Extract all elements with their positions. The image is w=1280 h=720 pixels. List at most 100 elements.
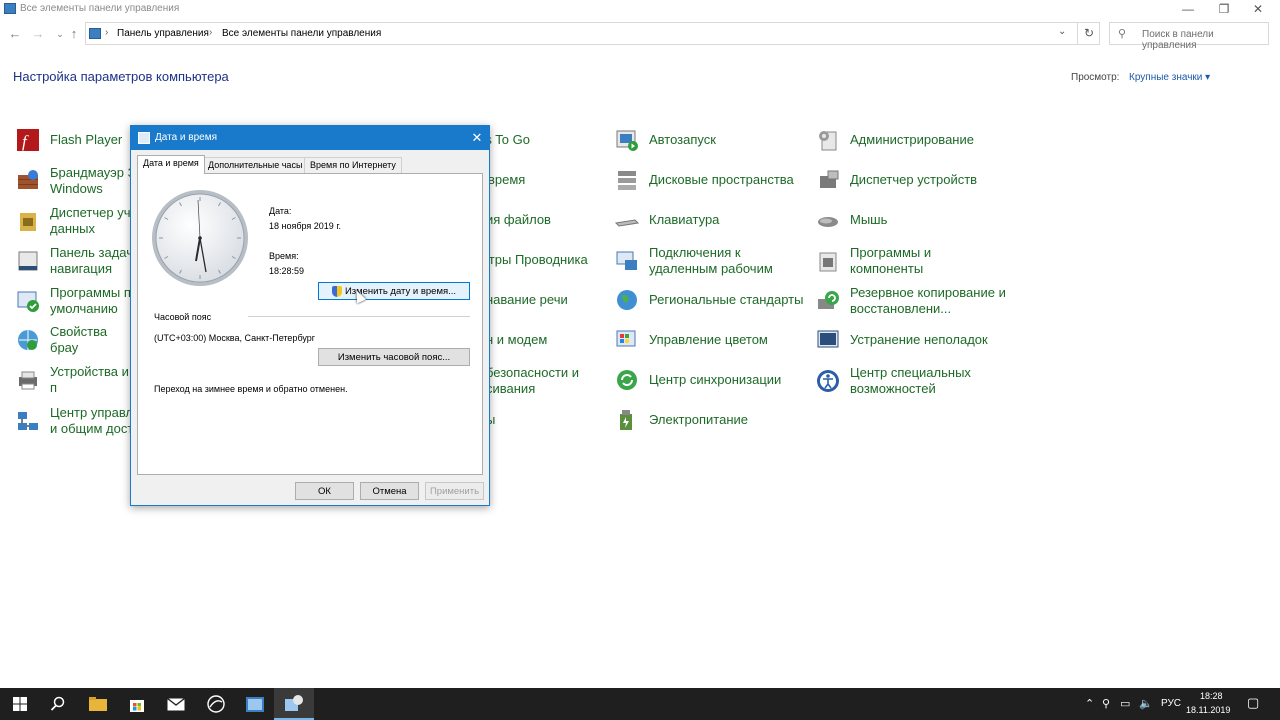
dialog-title: Дата и время [155,132,218,143]
item-label: Клавиатура [649,212,720,227]
network-center-icon [18,412,38,430]
programs-features-icon [819,252,837,272]
item-region[interactable]: Региональные стандарты [615,282,805,318]
apply-button[interactable]: Применить [425,482,484,500]
control-panel-taskbar-button[interactable] [235,688,275,720]
item-autoplay[interactable]: Автозапуск [615,122,805,158]
item-label: Диспетчер уч данных [50,205,131,236]
item-keyboard[interactable]: Клавиатура [615,202,805,238]
timezone-label: Часовой пояс [154,312,212,322]
item-flash-player[interactable]: f Flash Player [16,122,136,158]
item-power-options[interactable]: Электропитание [615,402,805,438]
time-value: 18:28:59 [269,266,305,276]
cancel-button[interactable]: Отмена [360,482,419,500]
date-time-icon [285,695,303,711]
item-troubleshooting[interactable]: Устранение неполадок [816,322,1016,358]
ok-button[interactable]: ОК [295,482,354,500]
item-taskbar-navigation[interactable]: Панель задач навигация [16,242,136,280]
tray-device-icon[interactable]: ⚲ [1102,697,1110,710]
item-label: Панель задач навигация [50,245,134,276]
address-dropdown-icon[interactable]: ⌄ [1058,26,1066,37]
view-mode-dropdown[interactable]: Крупные значки ▾ [1129,72,1210,83]
tray-chevron-icon[interactable]: ⌃ [1085,697,1094,710]
item-mouse[interactable]: Мышь [816,202,1016,238]
item-backup-restore[interactable]: Резервное копирование и восстановлени... [816,282,1016,320]
store-button[interactable] [117,688,157,720]
view-label: Просмотр: [1071,72,1120,83]
item-credential-manager[interactable]: Диспетчер уч данных [16,202,136,240]
timezone-divider [248,316,470,317]
change-timezone-button[interactable]: Изменить часовой пояс... [318,348,470,366]
firewall-icon [18,170,38,189]
volume-icon[interactable]: 🔈 [1139,697,1153,710]
browser-button[interactable] [196,688,236,720]
taskbar: ⌃ ⚲ ▭ 🔈 РУС 18:28 18.11.2019 ▢ [0,688,1280,720]
window-titlebar: Все элементы панели управления — ❐ ✕ [0,0,1280,18]
control-panel-icon [89,28,101,39]
item-label: Устройства и п [50,364,129,395]
default-programs-icon [17,291,39,312]
maximize-button[interactable]: ❐ [1206,0,1242,18]
search-icon: ⚲ [1118,28,1127,40]
mouse-icon [818,217,838,227]
item-label: Мышь [850,212,888,227]
date-time-dialog: Дата и время ✕ Дата и время Дополнительн… [130,125,490,506]
taskbar-time[interactable]: 18:28 [1200,691,1223,701]
region-icon [617,290,637,310]
up-arrow-icon[interactable]: ↑ [66,26,82,41]
search-button[interactable] [38,688,78,720]
item-label: Диспетчер устройств [850,172,978,187]
search-icon [50,696,65,711]
item-ease-of-access[interactable]: Центр специальных возможностей [816,362,1016,400]
action-center-icon[interactable]: ▢ [1247,695,1259,711]
tab-date-time[interactable]: Дата и время [137,155,205,174]
refresh-button[interactable]: ↻ [1077,22,1100,45]
close-button[interactable]: ✕ [1240,0,1276,18]
timezone-value: (UTC+03:00) Москва, Санкт-Петербург [154,333,316,343]
back-arrow-icon[interactable]: ← [7,26,23,41]
troubleshooting-icon [817,330,839,348]
item-storage-spaces[interactable]: Дисковые пространства [615,162,805,198]
minimize-button[interactable]: — [1170,0,1206,18]
network-icon[interactable]: ▭ [1120,697,1130,710]
forward-arrow-icon[interactable]: → [30,26,46,41]
item-label: Центр специальных возможностей [850,365,971,396]
window-title: Все элементы панели управления [20,3,180,14]
item-remote-desktop[interactable]: Подключения к удаленным рабочим [615,242,805,280]
item-color-management[interactable]: Управление цветом [615,322,805,358]
item-label: етры Проводника [482,252,588,267]
mail-button[interactable] [156,688,196,720]
item-devices-printers[interactable]: Устройства и п [16,362,136,398]
tab-additional-clocks[interactable]: Дополнительные часы [202,157,309,173]
change-date-time-button[interactable]: Изменить дату и время... [318,282,470,300]
dialog-titlebar[interactable]: Дата и время ✕ [131,126,489,150]
dst-note: Переход на зимнее время и обратно отмене… [154,384,348,394]
item-programs-features[interactable]: Программы и компоненты [816,242,1016,280]
item-admin-tools[interactable]: Администрирование [816,122,1016,158]
item-label: Центр синхронизации [649,372,782,387]
start-button[interactable] [0,688,40,720]
keyboard-icon [615,219,639,227]
item-network-center[interactable]: Центр управл и общим дост [16,402,136,440]
date-time-taskbar-button[interactable] [274,688,314,720]
taskbar-date[interactable]: 18.11.2019 [1186,705,1230,715]
item-firewall[interactable]: Брандмауэр З Windows [16,162,136,200]
item-label: Резервное копирование и восстановлени... [850,285,1006,316]
item-label: безопасности и сивания [486,365,580,396]
dialog-close-button[interactable]: ✕ [467,129,487,147]
file-explorer-button[interactable] [78,688,118,720]
item-label: Программы п умолчанию [50,285,131,316]
breadcrumb-all-items[interactable]: Все элементы панели управления [222,28,381,39]
address-bar[interactable]: › Панель управления › Все элементы панел… [85,22,1100,45]
search-placeholder: Поиск в панели управления [1142,29,1214,51]
breadcrumb-control-panel[interactable]: Панель управления [117,28,209,39]
item-internet-options[interactable]: Свойства брау [16,322,136,358]
input-language[interactable]: РУС [1161,698,1181,709]
tab-internet-time[interactable]: Время по Интернету [304,157,402,173]
item-sync-center[interactable]: Центр синхронизации [615,362,805,398]
search-input[interactable]: ⚲ Поиск в панели управления [1109,22,1269,51]
item-label: Управление цветом [649,332,768,347]
item-device-manager[interactable]: Диспетчер устройств [816,162,1016,198]
flash-icon: f [17,129,39,151]
item-default-programs[interactable]: Программы п умолчанию [16,282,136,320]
